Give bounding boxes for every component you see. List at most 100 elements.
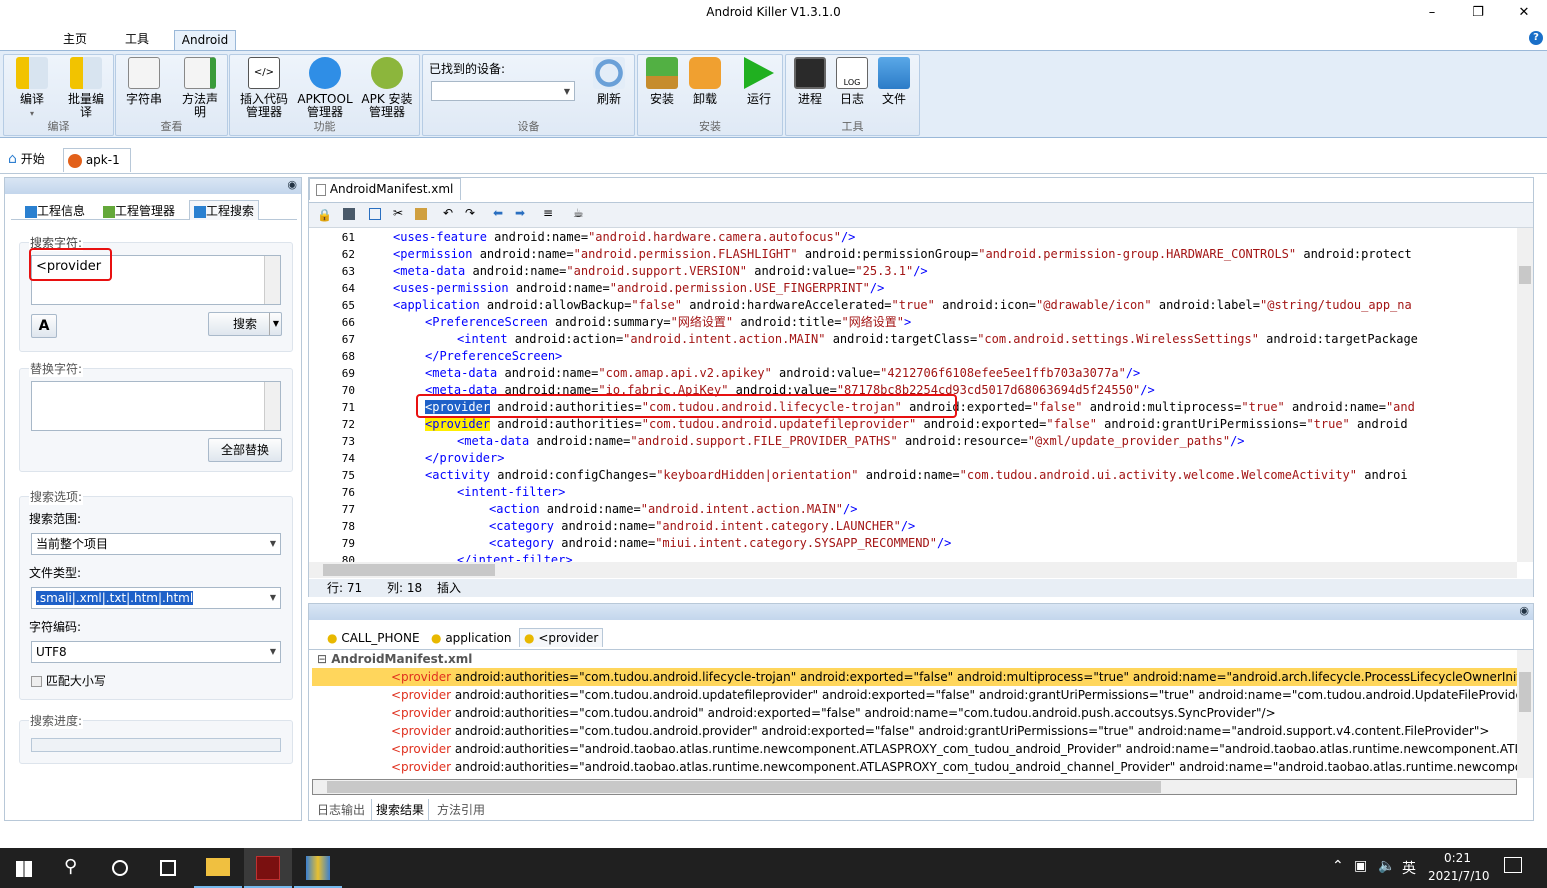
back-icon[interactable]: ⬅	[493, 206, 503, 220]
ime-indicator[interactable]: 英	[1402, 858, 1416, 878]
code-line[interactable]: <category android:name="android.intent.c…	[489, 518, 915, 535]
results-vscroll-thumb[interactable]	[1519, 672, 1531, 712]
batch-compile-button[interactable]: 批量编译	[60, 57, 112, 119]
editor-tab[interactable]: AndroidManifest.xml	[309, 178, 461, 200]
search-dropdown-icon[interactable]: ▼	[268, 313, 279, 335]
code-line[interactable]: <provider android:authorities="com.tudou…	[425, 416, 1408, 433]
result-row[interactable]: <provider android:authorities="com.tudou…	[391, 668, 1517, 686]
code-line[interactable]: <PreferenceScreen android:summary="网络设置"…	[425, 314, 911, 331]
help-icon[interactable]: ?	[1529, 31, 1543, 45]
replace-input[interactable]	[31, 381, 281, 431]
code-line[interactable]: <uses-feature android:name="android.hard…	[393, 229, 855, 246]
tab-project-manager[interactable]: 工程管理器	[103, 202, 175, 219]
result-file-node[interactable]: ⊟ AndroidManifest.xml	[317, 652, 472, 666]
bottom-tab-search-results[interactable]: 搜索结果	[371, 799, 430, 821]
code-line[interactable]: </PreferenceScreen>	[425, 348, 562, 365]
editor-vscrollbar[interactable]	[1517, 228, 1533, 562]
undo-icon[interactable]: ↶	[443, 206, 453, 220]
minimize-button[interactable]: –	[1409, 0, 1455, 26]
code-line[interactable]: <intent android:action="android.intent.a…	[457, 331, 1418, 348]
tray-chevron-icon[interactable]: ⌃	[1332, 858, 1344, 874]
result-tab-provider[interactable]: ● <provider	[519, 628, 604, 647]
code-line[interactable]: <meta-data android:name="android.support…	[457, 433, 1245, 450]
result-row[interactable]: <provider android:authorities="android.t…	[391, 758, 1517, 776]
close-button[interactable]: ✕	[1501, 0, 1547, 26]
network-icon[interactable]: ▣	[1354, 858, 1367, 874]
uninstall-button[interactable]: 卸载	[679, 57, 731, 106]
format-icon[interactable]: ≡	[543, 206, 553, 220]
code-line[interactable]: <meta-data android:name="android.support…	[393, 263, 928, 280]
font-button[interactable]: A	[31, 314, 57, 338]
insert-code-manager-button[interactable]: </> 插入代码管理器	[236, 57, 292, 119]
device-select[interactable]: ▼	[431, 81, 575, 101]
android-killer-taskbar-button[interactable]	[244, 848, 292, 888]
tab-android[interactable]: Android	[174, 30, 236, 50]
apk-install-manager-button[interactable]: APK 安装管理器	[358, 57, 416, 119]
result-row[interactable]: <provider android:authorities="com.tudou…	[391, 704, 1276, 722]
apktool-manager-button[interactable]: APKTOOL管理器	[296, 57, 354, 119]
compile-button[interactable]: 编译 ▾	[6, 57, 58, 120]
refresh-button[interactable]: 刷新	[583, 57, 635, 106]
results-hscroll-thumb[interactable]	[327, 781, 1161, 793]
collapse-icon[interactable]: ⊟	[317, 652, 327, 666]
code-line[interactable]: </provider>	[425, 450, 504, 467]
lock-icon[interactable]: 🔒	[317, 208, 332, 222]
result-tab-application[interactable]: ● application	[431, 631, 512, 645]
tab-project-info[interactable]: 工程信息	[25, 202, 85, 219]
forward-icon[interactable]: ➡	[515, 206, 525, 220]
method-declaration-button[interactable]: 方法声明	[174, 57, 226, 119]
editor-vscroll-thumb[interactable]	[1519, 266, 1531, 284]
code-line[interactable]: <intent-filter>	[457, 484, 565, 501]
filetype-select[interactable]: .smali|.xml|.txt|.htm|.html ▼	[31, 587, 281, 609]
code-line[interactable]: <application android:allowBackup="false"…	[393, 297, 1412, 314]
results-vscrollbar[interactable]	[1517, 650, 1533, 778]
bottom-tab-log[interactable]: 日志输出	[317, 801, 365, 818]
java-icon[interactable]: ☕	[573, 206, 584, 220]
editor-hscrollbar[interactable]	[309, 562, 1517, 578]
result-row[interactable]: <provider android:authorities="com.tudou…	[391, 686, 1517, 704]
maximize-button[interactable]: ❐	[1455, 0, 1501, 26]
match-case-checkbox[interactable]	[31, 676, 42, 687]
paste-icon[interactable]	[415, 208, 427, 220]
clock-date[interactable]: 2021/7/10	[1428, 869, 1490, 883]
volume-icon[interactable]: 🔈	[1378, 858, 1395, 874]
start-button[interactable]	[0, 848, 48, 888]
clock-time[interactable]: 0:21	[1444, 851, 1471, 865]
replace-all-button[interactable]: 全部替换	[208, 438, 282, 462]
replace-input-scrollbar[interactable]	[264, 382, 280, 430]
code-line[interactable]: <activity android:configChanges="keyboar…	[425, 467, 1408, 484]
doc-tab-apk[interactable]: apk-1	[63, 148, 131, 172]
search-input-scrollbar[interactable]	[264, 256, 280, 304]
tab-project-search[interactable]: 工程搜索	[189, 200, 260, 220]
file-button[interactable]: 文件	[868, 57, 920, 106]
result-row[interactable]: <provider android:authorities="com.tudou…	[391, 722, 1489, 740]
scope-select[interactable]: 当前整个项目 ▼	[31, 533, 281, 555]
code-line[interactable]: <meta-data android:name="com.amap.api.v2…	[425, 365, 1140, 382]
task-view-button[interactable]	[144, 848, 192, 888]
search-button[interactable]: 搜索 ▼	[208, 312, 282, 336]
save-icon[interactable]	[343, 208, 355, 220]
file-explorer-button[interactable]	[194, 848, 242, 888]
tab-home[interactable]: 主页	[50, 30, 100, 50]
encoding-select[interactable]: UTF8 ▼	[31, 641, 281, 663]
doc-tab-start[interactable]: ⌂ 开始	[8, 148, 45, 172]
code-line[interactable]: <uses-permission android:name="android.p…	[393, 280, 884, 297]
result-row[interactable]: <provider android:authorities="android.t…	[391, 740, 1517, 758]
match-case-option[interactable]: 匹配大小写	[31, 672, 106, 689]
cortana-button[interactable]	[96, 848, 144, 888]
archive-button[interactable]	[294, 848, 342, 888]
search-taskbar-button[interactable]: ⚲	[48, 848, 96, 888]
eye-icon[interactable]: ◉	[287, 178, 297, 191]
results-hscrollbar[interactable]	[312, 779, 1517, 795]
code-line[interactable]: <permission android:name="android.permis…	[393, 246, 1412, 263]
run-button[interactable]: 运行	[733, 57, 785, 106]
copy-icon[interactable]	[369, 208, 381, 220]
code-line[interactable]: <category android:name="miui.intent.cate…	[489, 535, 951, 552]
code-line[interactable]: </intent-filter>	[457, 552, 573, 562]
redo-icon[interactable]: ↷	[465, 206, 475, 220]
results-eye-icon[interactable]: ◉	[1519, 604, 1529, 617]
result-tab-call-phone[interactable]: ● CALL_PHONE	[327, 631, 420, 645]
bottom-tab-method-refs[interactable]: 方法引用	[437, 801, 485, 818]
strings-button[interactable]: 字符串	[118, 57, 170, 106]
tab-tools[interactable]: 工具	[112, 30, 162, 50]
